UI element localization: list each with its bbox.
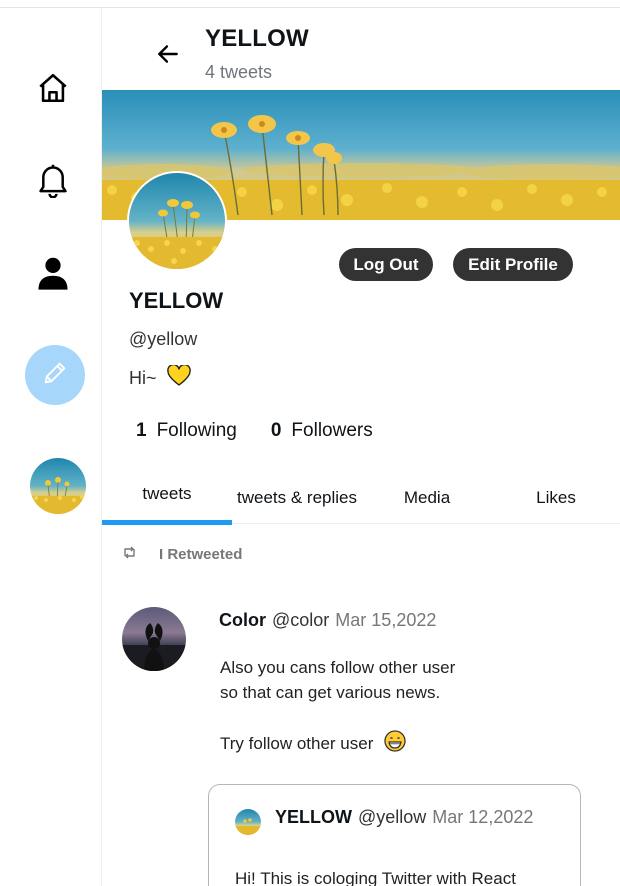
follow-stats: 1 Following 0 Followers bbox=[136, 420, 373, 442]
yellow-heart-icon bbox=[166, 363, 191, 392]
active-tab-indicator bbox=[102, 520, 232, 525]
quoted-tweet-date: Mar 12,2022 bbox=[432, 807, 534, 827]
edit-profile-button[interactable]: Edit Profile bbox=[453, 248, 573, 281]
profile-name: YELLOW bbox=[129, 288, 224, 313]
tab-tweets-label: tweets bbox=[142, 484, 192, 503]
page-title: YELLOW bbox=[205, 25, 309, 52]
following-label: Following bbox=[156, 420, 237, 441]
profile-handle: @yellow bbox=[129, 329, 198, 349]
compose-tweet-button[interactable] bbox=[25, 345, 85, 405]
tab-tweets[interactable]: tweets bbox=[102, 472, 232, 525]
tweet-line: so that can get various news. bbox=[220, 683, 441, 702]
following-count: 1 bbox=[136, 420, 147, 441]
grinning-face-icon bbox=[384, 730, 406, 759]
retweet-icon bbox=[122, 546, 137, 563]
sidebar-avatar[interactable] bbox=[30, 458, 86, 514]
back-arrow-icon[interactable] bbox=[152, 38, 184, 70]
user-icon[interactable] bbox=[25, 245, 81, 301]
tab-likes[interactable]: Likes bbox=[492, 472, 620, 524]
tab-media-label: Media bbox=[403, 488, 451, 507]
quoted-tweet-text: Hi! This is cologing Twitter with React bbox=[235, 869, 516, 886]
tweet-text: Also you cans follow other user so that … bbox=[220, 655, 455, 759]
quoted-author-handle: @yellow bbox=[358, 807, 427, 827]
sidebar bbox=[0, 8, 102, 886]
tab-likes-label: Likes bbox=[536, 488, 576, 507]
profile-bio: Hi~ bbox=[129, 363, 191, 392]
retweet-indicator: I Retweeted bbox=[122, 546, 242, 563]
tweet-line-with-emoji: Try follow other user bbox=[220, 730, 455, 759]
followers-count: 0 bbox=[270, 420, 282, 441]
tweet-date: Mar 15,2022 bbox=[335, 610, 437, 630]
tweet-count: 4 tweets bbox=[205, 62, 273, 82]
tweet-author-name[interactable]: Color bbox=[219, 610, 266, 631]
following-link[interactable]: 1 Following bbox=[136, 420, 237, 442]
tab-media[interactable]: Media bbox=[362, 472, 492, 524]
profile-tabs: tweets tweets & replies Media Likes bbox=[102, 472, 620, 525]
bio-text: Hi~ bbox=[129, 368, 157, 388]
tweet-line: Also you cans follow other user bbox=[220, 658, 456, 677]
tab-tweets-replies-label: tweets & replies bbox=[237, 488, 357, 507]
followers-label: Followers bbox=[291, 420, 373, 441]
quoted-author-avatar bbox=[235, 809, 261, 835]
tweet-author-handle[interactable]: @color bbox=[272, 610, 329, 631]
pencil-icon bbox=[41, 359, 69, 392]
quoted-author-name: YELLOW bbox=[275, 807, 352, 827]
followers-link[interactable]: 0 Followers bbox=[271, 420, 373, 442]
quoted-tweet-header: YELLOW @yellow Mar 12,2022 bbox=[275, 807, 533, 828]
profile-avatar[interactable] bbox=[127, 171, 227, 271]
home-icon[interactable] bbox=[25, 60, 81, 116]
logout-button[interactable]: Log Out bbox=[339, 248, 433, 281]
tweet-author-avatar[interactable] bbox=[122, 607, 186, 671]
quoted-tweet[interactable]: YELLOW @yellow Mar 12,2022 Hi! This is c… bbox=[208, 784, 581, 886]
retweet-label: I Retweeted bbox=[159, 546, 243, 563]
tweet-header: Color @color Mar 15,2022 bbox=[219, 610, 436, 631]
tweet-line: Try follow other user bbox=[220, 733, 374, 753]
tab-tweets-replies[interactable]: tweets & replies bbox=[232, 472, 362, 524]
bell-icon[interactable] bbox=[25, 152, 81, 208]
